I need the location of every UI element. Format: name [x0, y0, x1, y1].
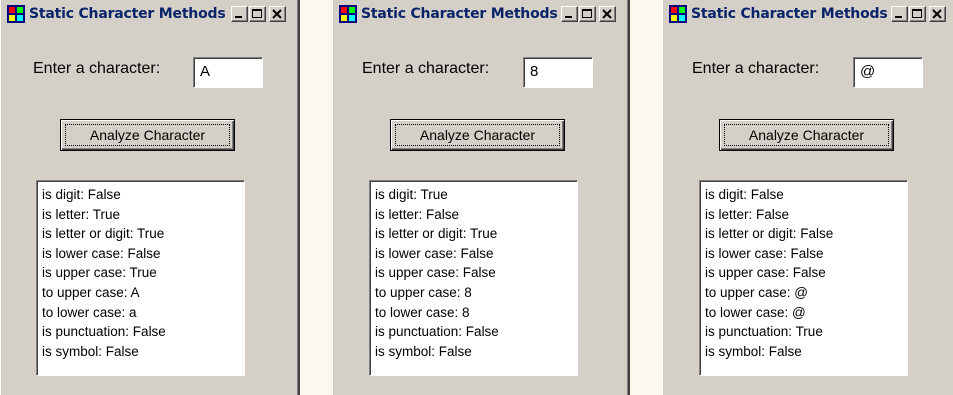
minimize-icon	[235, 16, 242, 18]
window-title: Static Character Methods	[361, 6, 558, 22]
app-window-icon[interactable]	[669, 5, 687, 23]
result-line: is letter: False	[705, 206, 790, 222]
close-icon	[932, 9, 942, 19]
result-line: is letter or digit: True	[375, 226, 498, 242]
minimize-button[interactable]	[561, 6, 578, 22]
result-line: is symbol: False	[705, 343, 802, 359]
maximize-button[interactable]	[249, 6, 266, 22]
maximize-icon	[912, 9, 922, 18]
result-line: to upper case: @	[705, 284, 809, 300]
close-icon	[272, 9, 282, 19]
result-line: is lower case: False	[375, 245, 494, 261]
maximize-button[interactable]	[579, 6, 596, 22]
result-line: is digit: False	[705, 187, 784, 202]
title-bar[interactable]: Static Character Methods	[335, 2, 626, 27]
character-input[interactable]: 8	[523, 57, 593, 88]
maximize-button[interactable]	[909, 6, 926, 22]
analyze-character-button-label: Analyze Character	[89, 127, 206, 143]
result-line: is punctuation: False	[42, 324, 166, 340]
app-window-3: Static Character Methods Enter a charact…	[662, 0, 953, 395]
character-input[interactable]: A	[193, 57, 263, 88]
result-line: to lower case: 8	[375, 304, 470, 320]
close-button[interactable]	[269, 6, 286, 22]
result-line: is digit: False	[42, 187, 121, 202]
result-line: to lower case: a	[42, 304, 137, 320]
close-button[interactable]	[599, 6, 616, 22]
result-line: is lower case: False	[705, 245, 824, 261]
window-title: Static Character Methods	[691, 6, 888, 22]
result-line: is symbol: False	[42, 343, 139, 359]
analyze-character-button[interactable]: Analyze Character	[60, 119, 235, 151]
character-input[interactable]: @	[853, 57, 923, 88]
title-bar[interactable]: Static Character Methods	[3, 2, 296, 27]
results-textbox[interactable]: is digit: False is letter: False is lett…	[699, 180, 908, 376]
app-window-icon[interactable]	[7, 5, 25, 23]
app-window-2: Static Character Methods Enter a charact…	[332, 0, 630, 395]
maximize-icon	[252, 9, 262, 18]
minimize-button[interactable]	[231, 6, 248, 22]
result-line: to upper case: A	[42, 284, 140, 300]
result-line: is letter: True	[42, 206, 121, 222]
analyze-character-button-label: Analyze Character	[419, 127, 536, 143]
app-window-icon[interactable]	[339, 5, 357, 23]
maximize-icon	[582, 9, 592, 18]
result-line: is punctuation: False	[375, 324, 499, 340]
result-line: is upper case: True	[42, 265, 157, 281]
analyze-character-button[interactable]: Analyze Character	[719, 119, 894, 151]
title-bar[interactable]: Static Character Methods	[665, 2, 953, 27]
results-textbox[interactable]: is digit: False is letter: True is lette…	[36, 180, 245, 376]
result-line: is punctuation: True	[705, 324, 823, 340]
enter-character-label: Enter a character:	[692, 60, 820, 77]
analyze-character-button[interactable]: Analyze Character	[390, 119, 565, 151]
enter-character-label: Enter a character:	[362, 60, 490, 77]
result-line: is lower case: False	[42, 245, 161, 261]
result-line: is letter or digit: True	[42, 226, 165, 242]
result-line: to upper case: 8	[375, 284, 472, 300]
result-line: is upper case: False	[375, 265, 496, 281]
result-line: to lower case: @	[705, 304, 806, 320]
enter-character-label: Enter a character:	[33, 60, 161, 77]
results-textbox[interactable]: is digit: True is letter: False is lette…	[369, 180, 578, 376]
result-line: is upper case: False	[705, 265, 826, 281]
window-title: Static Character Methods	[29, 6, 226, 22]
app-window-1: Static Character Methods Enter a charact…	[0, 0, 300, 395]
close-button[interactable]	[929, 6, 946, 22]
minimize-icon	[565, 16, 572, 18]
analyze-character-button-label: Analyze Character	[748, 127, 865, 143]
result-line: is digit: True	[375, 187, 448, 202]
result-line: is letter: False	[375, 206, 460, 222]
minimize-button[interactable]	[891, 6, 908, 22]
result-line: is letter or digit: False	[705, 226, 834, 242]
result-line: is symbol: False	[375, 343, 472, 359]
minimize-icon	[895, 16, 902, 18]
close-icon	[602, 9, 612, 19]
